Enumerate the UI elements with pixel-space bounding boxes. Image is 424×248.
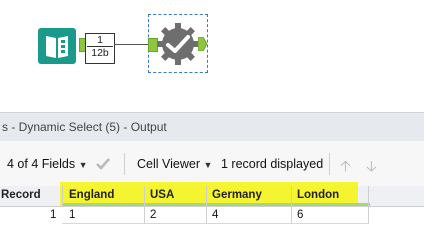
record-size: 12b [91,47,109,59]
column-header-london[interactable]: London [297,189,339,201]
record-count: 1 [97,34,103,46]
fields-dropdown[interactable]: 4 of 4 Fields ▼ [7,157,88,171]
arrow-up-icon[interactable]: 🡡 [340,156,351,181]
results-panel-header: s - Dynamic Select (5) - Output [0,112,424,142]
table-cell[interactable]: 4 [212,209,218,221]
column-header-england[interactable]: England [69,189,114,201]
table-cell[interactable]: 2 [150,209,156,221]
output-anchor-arrow[interactable] [198,37,207,51]
results-toolbar: 4 of 4 Fields ▼ Cell Viewer ▼ 1 record d… [0,141,424,186]
workflow-canvas[interactable]: 1 12b [0,0,424,112]
table-cell[interactable]: 6 [297,209,303,221]
column-header-germany[interactable]: Germany [212,189,262,201]
table-row[interactable]: 1 1 2 4 6 [0,207,424,224]
column-header-usa[interactable]: USA [150,189,174,201]
record-count-badge: 1 12b [85,33,115,64]
record-number: 1 [50,209,57,221]
arrow-down-icon[interactable]: 🡣 [366,156,377,181]
dynamic-select-icon[interactable] [155,20,201,73]
viewer-label: Cell Viewer [137,157,200,171]
toolbar-divider [329,153,330,175]
connection-line [114,44,150,45]
text-input-tool-icon[interactable] [38,28,76,64]
table-cell[interactable]: 1 [69,209,75,221]
results-title: s - Dynamic Select (5) - Output [2,120,167,134]
selected-columns-indicator [62,203,370,206]
check-icon[interactable] [96,157,110,171]
column-header-record[interactable]: Record [1,189,41,201]
results-grid: Record England USA Germany London 1 1 2 … [0,182,424,248]
header-row: Record England USA Germany London [0,182,424,207]
chevron-down-icon: ▼ [78,160,88,170]
cell-viewer-dropdown[interactable]: Cell Viewer ▼ [137,157,212,171]
fields-label: 4 of 4 Fields [7,157,76,171]
records-status: 1 record displayed [221,157,324,171]
toolbar-divider [124,153,125,175]
chevron-down-icon: ▼ [203,160,213,170]
